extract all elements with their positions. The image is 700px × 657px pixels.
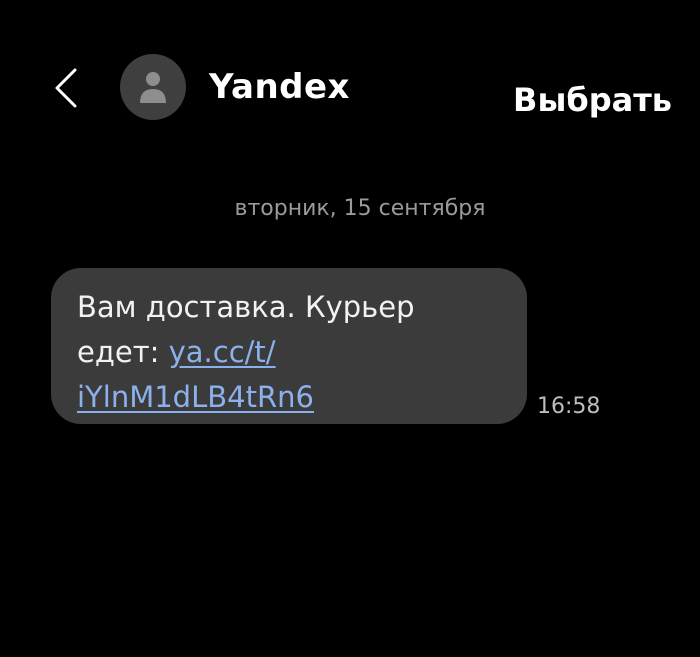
message-timestamp: 16:58 (537, 394, 601, 419)
message-text-line: Вам доставка. Курьер (77, 290, 415, 324)
message-bubble[interactable]: Вам доставка. Курьер едет: ya.cc/t/ iYln… (51, 268, 527, 424)
message-text-line: едет: ya.cc/t/ (77, 330, 501, 375)
date-separator: вторник, 15 сентября (234, 196, 486, 221)
select-button[interactable]: Выбрать (513, 78, 672, 122)
person-icon (140, 72, 166, 103)
message-text-line: iYlnM1dLB4tRn6 (77, 375, 501, 420)
conversation-header: Yandex Выбрать (0, 0, 700, 175)
avatar[interactable] (120, 54, 186, 120)
back-button[interactable] (44, 64, 88, 112)
message-text-prefix: едет: (77, 335, 169, 369)
message-link-part[interactable]: ya.cc/t/ (169, 335, 276, 369)
contact-name[interactable]: Yandex (209, 64, 350, 110)
chevron-left-icon (55, 68, 77, 108)
message-link-part[interactable]: iYlnM1dLB4tRn6 (77, 380, 314, 414)
